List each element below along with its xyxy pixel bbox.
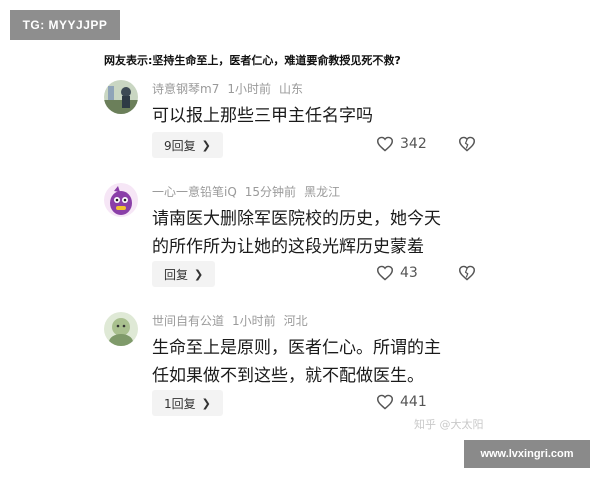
tg-watermark-badge: TG: MYYJJPP <box>10 10 120 40</box>
zhihu-watermark: 知乎 @大太阳 <box>414 418 484 431</box>
broken-heart-icon <box>458 136 476 152</box>
username[interactable]: 世间自有公道 <box>152 314 224 328</box>
chevron-right-icon: ❯ <box>201 396 211 410</box>
like-count: 342 <box>400 136 427 152</box>
avatar[interactable] <box>104 80 138 114</box>
heart-icon <box>376 394 394 410</box>
username[interactable]: 诗意钢琴m7 <box>152 82 219 96</box>
comment-meta: 一心一意铅笔iQ 15分钟前 黑龙江 <box>152 183 348 200</box>
like-button[interactable]: 441 <box>376 394 427 410</box>
heart-icon <box>376 265 394 281</box>
reply-button[interactable]: 1回复 ❯ <box>152 390 223 416</box>
dislike-button[interactable] <box>458 265 476 285</box>
location: 河北 <box>283 314 308 328</box>
avatar-photo-icon <box>104 80 138 114</box>
url-watermark-badge: www.lvxingri.com <box>464 440 590 468</box>
comment-text: 请南医大删除军医院校的历史，她今天 的所作所为让她的这段光辉历史蒙羞 <box>152 209 441 257</box>
comment-text: 可以报上那些三甲主任名字吗 <box>152 106 373 126</box>
avatar[interactable] <box>104 312 138 346</box>
avatar[interactable] <box>104 183 138 217</box>
heart-icon <box>376 136 394 152</box>
avatar-illustration-icon <box>104 312 138 346</box>
timestamp: 1小时前 <box>232 314 276 328</box>
reply-button[interactable]: 回复 ❯ <box>152 261 216 287</box>
reply-label: 1回复 <box>164 396 196 411</box>
reply-label: 9回复 <box>164 138 196 153</box>
comment-text: 生命至上是原则，医者仁心。所谓的主 任如果做不到这些，就不配做医生。 <box>152 338 441 386</box>
headline: 网友表示:坚持生命至上，医者仁心，难道要俞教授见死不救? <box>104 54 401 67</box>
like-count: 441 <box>400 394 427 410</box>
comment-meta: 诗意钢琴m7 1小时前 山东 <box>152 80 311 97</box>
like-button[interactable]: 342 <box>376 136 427 152</box>
comment-meta: 世间自有公道 1小时前 河北 <box>152 312 316 329</box>
chevron-right-icon: ❯ <box>201 138 211 152</box>
location: 山东 <box>278 82 303 96</box>
username[interactable]: 一心一意铅笔iQ <box>152 185 237 199</box>
reply-button[interactable]: 9回复 ❯ <box>152 132 223 158</box>
chevron-right-icon: ❯ <box>194 267 204 281</box>
reply-label: 回复 <box>164 267 189 282</box>
like-button[interactable]: 43 <box>376 265 418 281</box>
dislike-button[interactable] <box>458 136 476 156</box>
like-count: 43 <box>400 265 418 281</box>
avatar-cartoon-icon <box>104 183 138 217</box>
location: 黑龙江 <box>304 185 341 199</box>
broken-heart-icon <box>458 265 476 281</box>
timestamp: 15分钟前 <box>244 185 297 199</box>
timestamp: 1小时前 <box>227 82 271 96</box>
